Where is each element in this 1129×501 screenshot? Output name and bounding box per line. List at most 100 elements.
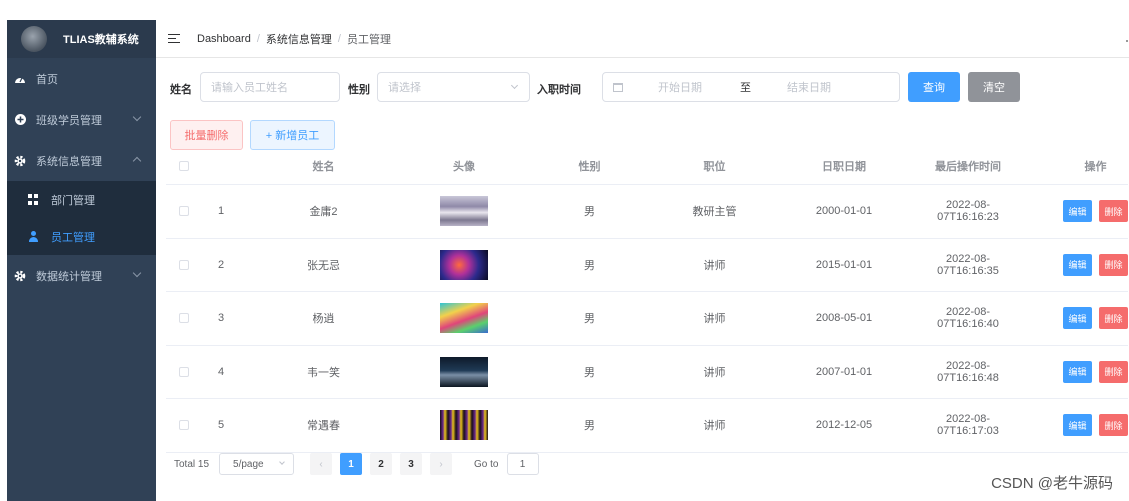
table-row: 4 韦一笑 男 讲师 2007-01-01 2022-08-07T16:16:4… xyxy=(166,346,1128,399)
submenu-label: 部门管理 xyxy=(51,194,95,207)
employee-entry-date: 2012-12-05 xyxy=(815,419,873,432)
delete-button[interactable]: 删除 xyxy=(1099,414,1128,437)
column-header-name: 姓名 xyxy=(312,161,335,173)
chevron-down-icon xyxy=(132,112,142,122)
gear-icon xyxy=(14,270,26,282)
breadcrumb-item-employee: 员工管理 xyxy=(346,33,391,46)
employee-job: 讲师 xyxy=(703,313,726,326)
delete-button[interactable]: 删除 xyxy=(1099,253,1128,276)
row-checkbox[interactable] xyxy=(179,366,189,377)
breadcrumb-item-system-info[interactable]: 系统信息管理 xyxy=(266,31,332,47)
query-button[interactable]: 查询 xyxy=(908,72,960,102)
page-button-3[interactable]: 3 xyxy=(400,453,423,475)
chevron-down-icon xyxy=(279,459,285,465)
employee-name: 韦一笑 xyxy=(307,366,340,379)
sidebar: TLIAS教辅系统 首页 班级学员管理 系统信息管理 部门管理 员工管理 数据统… xyxy=(7,20,156,501)
pagination-total: Total 15 xyxy=(174,458,210,470)
employee-update-time: 2022-08-07T16:17:03 xyxy=(937,413,999,438)
menu-item-class-student[interactable]: 班级学员管理 xyxy=(7,99,156,140)
edit-button[interactable]: 编辑 xyxy=(1063,414,1092,437)
employee-entry-date: 2007-01-01 xyxy=(815,365,873,378)
table-row: 3 杨逍 男 讲师 2008-05-01 2022-08-07T16:16:40… xyxy=(166,292,1128,346)
table-header: 姓名 头像 性别 职位 日职日期 最后操作时间 操作 xyxy=(166,148,1128,185)
employee-update-time: 2022-08-07T16:16:23 xyxy=(937,199,999,224)
goto-page-input[interactable]: 1 xyxy=(506,453,539,475)
table-row: 1 金庸2 男 教研主管 2000-01-01 2022-08-07T16:16… xyxy=(166,185,1128,239)
grid-icon xyxy=(28,194,39,205)
menu-fold-icon[interactable] xyxy=(168,33,180,44)
employee-gender: 男 xyxy=(584,259,595,272)
edit-button[interactable]: 编辑 xyxy=(1063,253,1092,276)
row-index: 4 xyxy=(217,365,225,378)
breadcrumb-item-dashboard[interactable]: Dashboard xyxy=(197,33,251,45)
delete-button[interactable]: 删除 xyxy=(1099,200,1128,223)
calendar-icon xyxy=(613,82,623,92)
column-header-entry-date: 日职日期 xyxy=(822,161,866,173)
name-input[interactable]: 请输入员工姓名 xyxy=(200,72,340,102)
table-row: 5 常遇春 男 讲师 2012-12-05 2022-08-07T16:17:0… xyxy=(166,399,1128,453)
row-checkbox[interactable] xyxy=(179,420,189,431)
delete-button[interactable]: 删除 xyxy=(1099,360,1128,383)
employee-avatar-image xyxy=(440,196,488,227)
submenu-system-info: 部门管理 员工管理 xyxy=(7,181,156,255)
menu-label: 班级学员管理 xyxy=(36,114,102,127)
employee-update-time: 2022-08-07T16:16:40 xyxy=(937,306,999,331)
edit-button[interactable]: 编辑 xyxy=(1063,307,1092,330)
column-header-gender: 性别 xyxy=(578,161,601,173)
employee-entry-date: 2015-01-01 xyxy=(815,258,873,271)
start-date-placeholder[interactable]: 开始日期 xyxy=(658,79,702,95)
goto-label: Go to xyxy=(474,458,499,470)
end-date-placeholder[interactable]: 结束日期 xyxy=(787,79,831,95)
employee-job: 讲师 xyxy=(703,366,726,379)
employee-job: 教研主管 xyxy=(692,206,737,219)
employee-gender: 男 xyxy=(584,366,595,379)
sidebar-item-employee[interactable]: 员工管理 xyxy=(7,218,156,255)
edit-button[interactable]: 编辑 xyxy=(1063,360,1092,383)
employee-update-time: 2022-08-07T16:16:35 xyxy=(937,252,999,277)
menu-item-statistics[interactable]: 数据统计管理 xyxy=(7,255,156,296)
column-header-job: 职位 xyxy=(703,161,726,173)
employee-gender: 男 xyxy=(584,206,595,219)
gender-label: 性别 xyxy=(348,84,370,96)
chevron-down-icon xyxy=(132,268,142,278)
employee-gender: 男 xyxy=(584,420,595,433)
sidebar-item-department[interactable]: 部门管理 xyxy=(7,181,156,218)
logo-text: TLIAS教辅系统 xyxy=(63,34,139,46)
column-header-avatar: 头像 xyxy=(453,161,475,173)
column-header-update-time: 最后操作时间 xyxy=(935,161,1001,173)
gender-placeholder: 请选择 xyxy=(388,82,421,94)
next-page-button[interactable]: › xyxy=(430,453,453,475)
chevron-down-icon xyxy=(510,81,519,90)
employee-job: 讲师 xyxy=(703,420,726,433)
row-index: 1 xyxy=(217,205,225,218)
page-size-select[interactable]: 5/page xyxy=(219,453,295,475)
table-row: 2 张无忌 男 讲师 2015-01-01 2022-08-07T16:16:3… xyxy=(166,239,1128,292)
employee-name: 金庸2 xyxy=(309,206,338,219)
edit-button[interactable]: 编辑 xyxy=(1063,200,1092,223)
menu-item-home[interactable]: 首页 xyxy=(7,58,156,99)
column-header-actions: 操作 xyxy=(1084,161,1107,173)
employee-entry-date: 2008-05-01 xyxy=(815,312,873,325)
row-index: 2 xyxy=(217,258,225,271)
page-button-1[interactable]: 1 xyxy=(340,453,363,475)
breadcrumb-separator: / xyxy=(337,32,341,45)
watermark: CSDN @老牛源码 xyxy=(991,475,1113,492)
menu-label: 系统信息管理 xyxy=(36,155,102,168)
logo[interactable]: TLIAS教辅系统 xyxy=(7,20,156,58)
row-checkbox[interactable] xyxy=(179,259,189,270)
menu-item-system-info[interactable]: 系统信息管理 xyxy=(7,140,156,181)
employee-gender: 男 xyxy=(584,313,595,326)
logo-avatar xyxy=(21,26,47,52)
page-button-2[interactable]: 2 xyxy=(370,453,393,475)
prev-page-button[interactable]: ‹ xyxy=(310,453,333,475)
batch-delete-button[interactable]: 批量删除 xyxy=(170,120,243,150)
row-checkbox[interactable] xyxy=(179,313,189,324)
select-all-checkbox[interactable] xyxy=(179,161,189,171)
delete-button[interactable]: 删除 xyxy=(1099,307,1128,330)
entry-date-range-picker[interactable]: 开始日期 至 结束日期 xyxy=(602,72,900,102)
gender-select[interactable]: 请选择 xyxy=(377,72,530,102)
add-employee-button[interactable]: + 新增员工 xyxy=(250,120,335,150)
employee-table: 姓名 头像 性别 职位 日职日期 最后操作时间 操作 1 金庸2 男 教研主管 … xyxy=(166,148,1128,453)
row-checkbox[interactable] xyxy=(179,206,189,217)
clear-button[interactable]: 清空 xyxy=(968,72,1020,102)
